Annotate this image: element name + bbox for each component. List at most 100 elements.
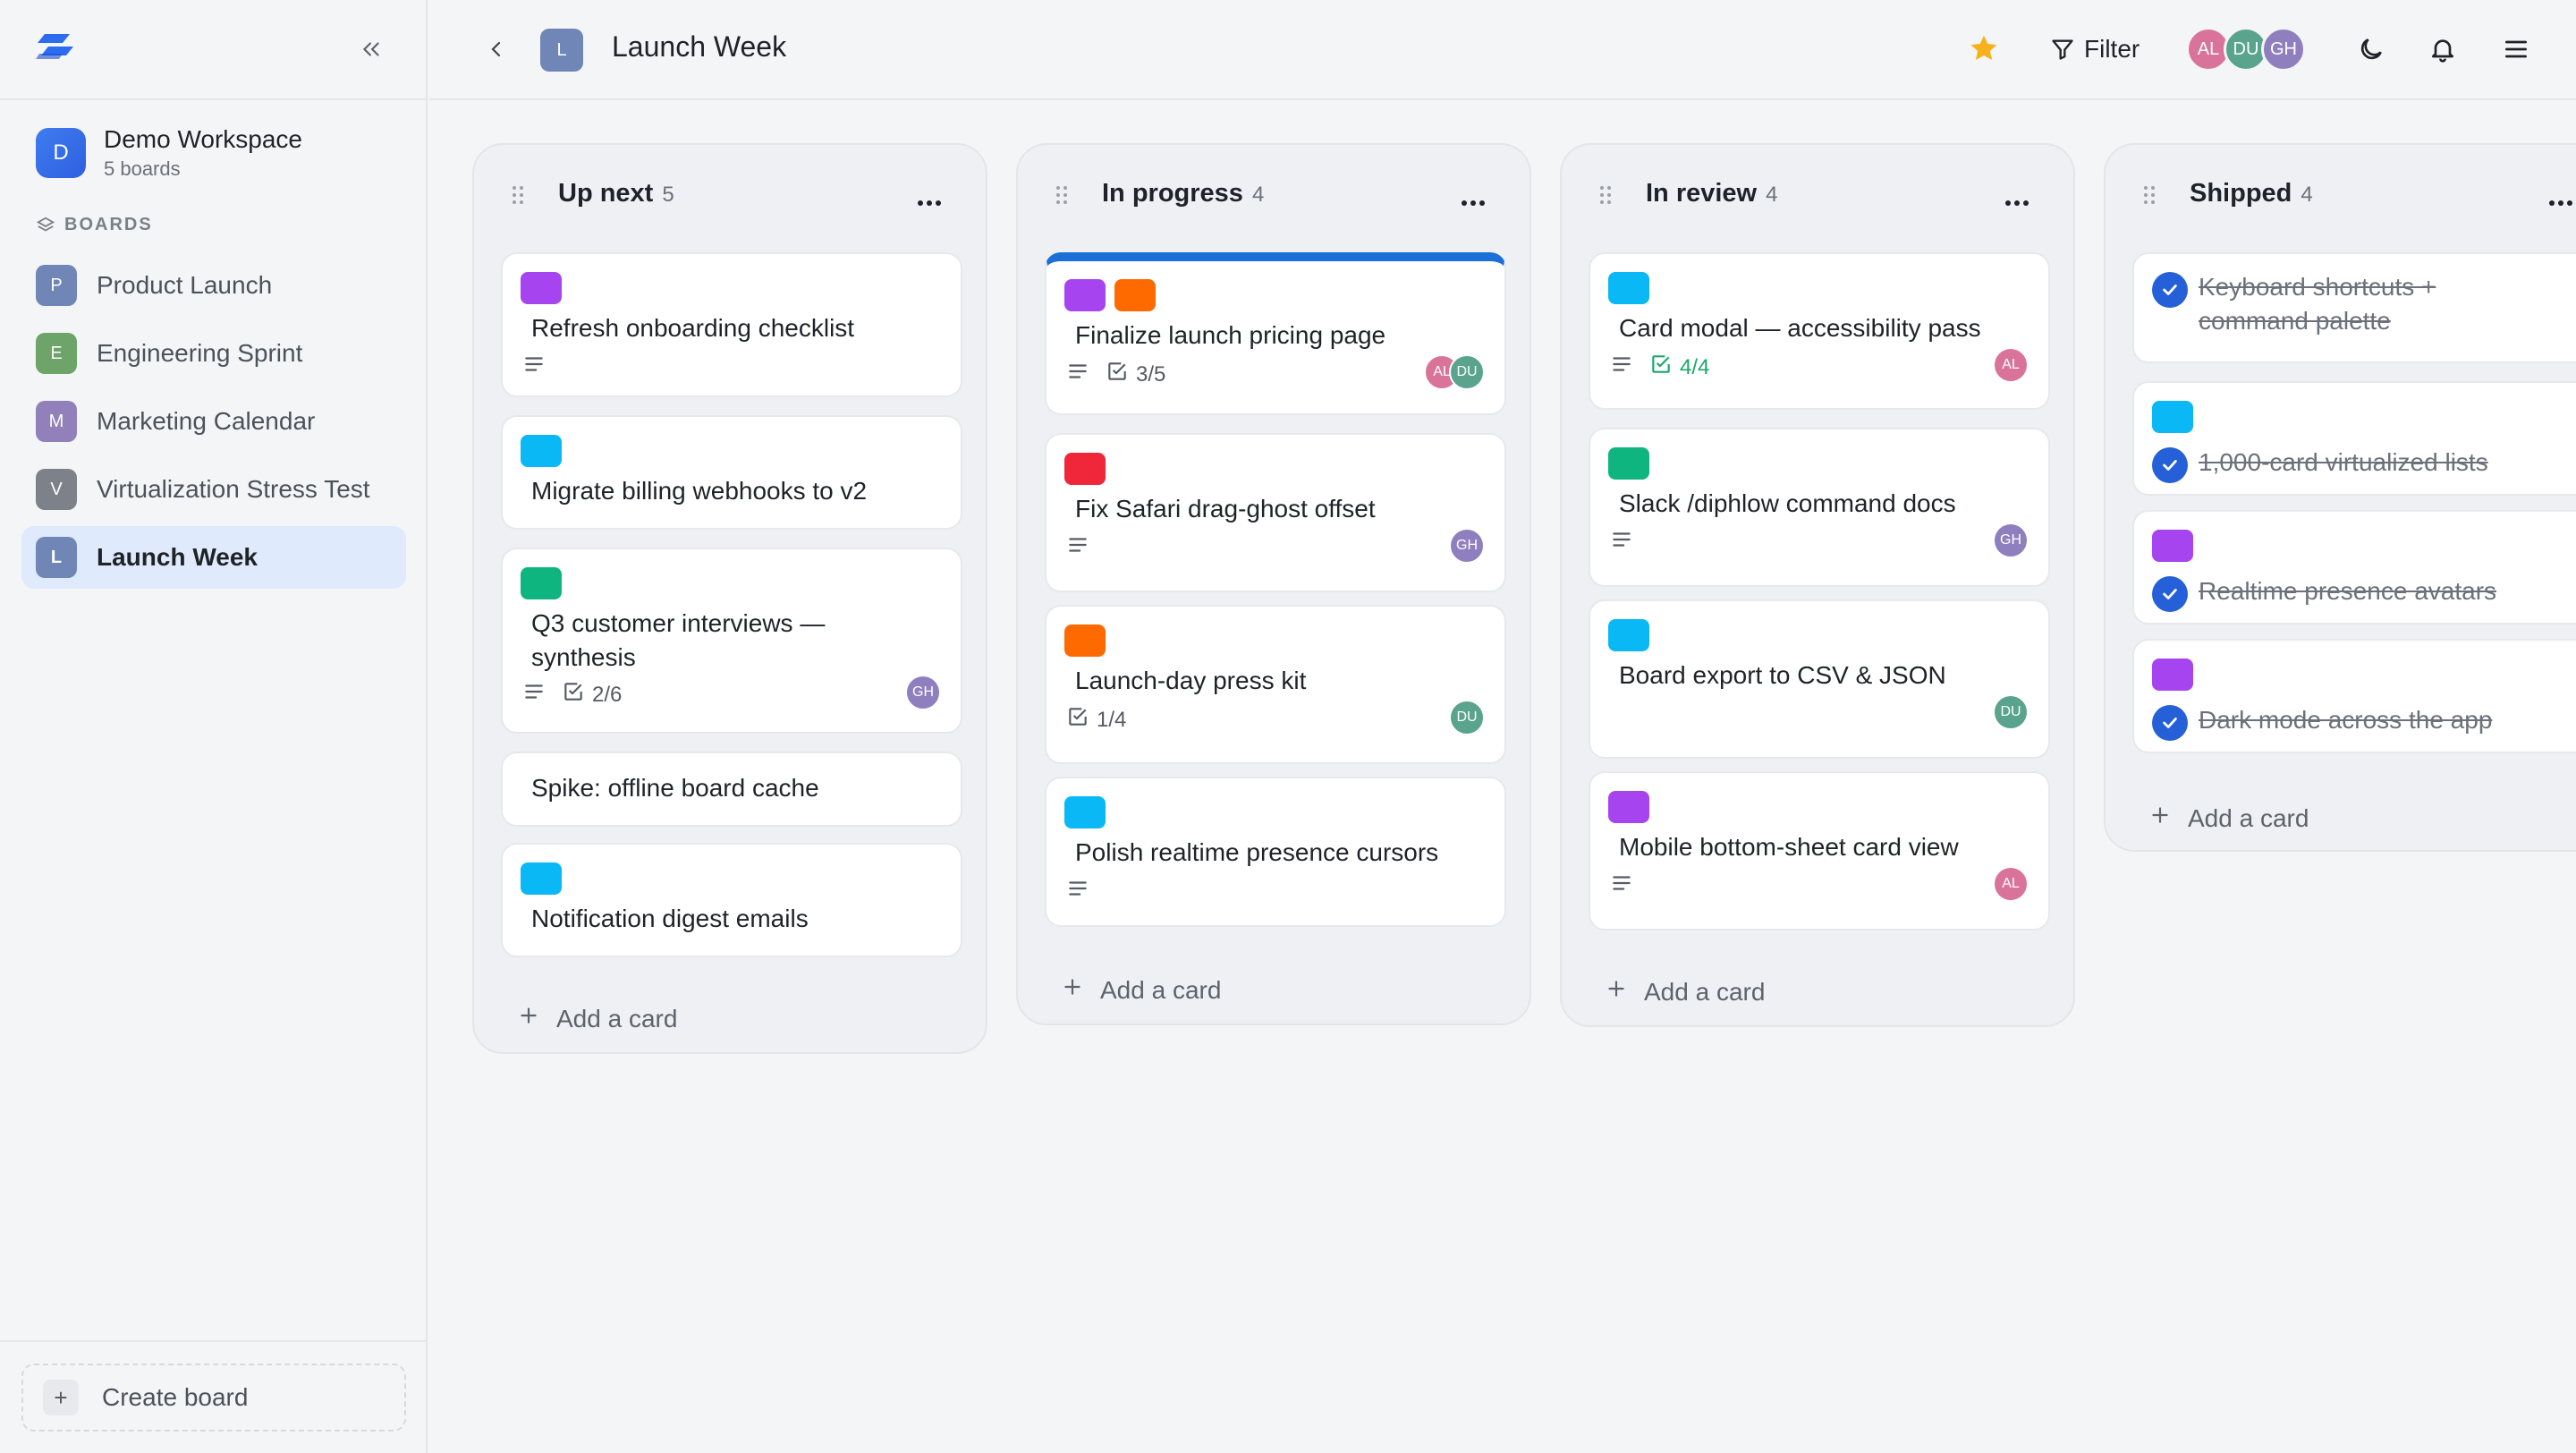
workspace-name: Demo Workspace [104,125,303,153]
completed-check-icon[interactable] [2152,705,2188,741]
card-title-line: Polish realtime presence cursors [1075,838,1439,866]
workspace-switcher[interactable]: D Demo Workspace 5 boards [36,125,302,181]
checklist-icon [1106,360,1129,389]
description-icon [1610,871,1633,901]
card[interactable]: Polish realtime presence cursors [1045,777,1506,927]
add-card-button[interactable]: Add a card [1605,977,1765,1007]
card-assignees: AL DU [1424,354,1485,390]
card[interactable]: Card modal — accessibility pass 4/4 AL [1589,252,2050,410]
card[interactable]: Q3 customer interviews — synthesis 2/6 GH [501,548,962,734]
card-assignees: DU [1449,700,1485,735]
description-icon [1066,533,1089,563]
card-label-chip [1064,796,1106,828]
card[interactable]: Realtime presence avatars [2132,510,2576,625]
card-title: Q3 customer interviews — synthesis [531,607,825,675]
completed-check-icon[interactable] [2152,576,2188,612]
board-header: L Launch Week Filter AL DU GH [429,0,2576,100]
create-board-button[interactable]: + Create board [21,1364,406,1432]
assignee-avatar[interactable]: GH [905,675,941,710]
card[interactable]: Keyboard shortcuts + command palette [2132,252,2576,363]
assignee-avatar[interactable]: AL [1993,347,2029,383]
collapse-sidebar-icon[interactable] [356,34,386,64]
app-logo-icon[interactable] [36,30,75,66]
assignee-avatar[interactable]: DU [1993,694,2029,730]
card-label-chip [521,567,562,599]
checklist-progress: 1/4 [1066,705,1126,735]
add-card-label: Add a card [1644,977,1766,1006]
completed-check-icon[interactable] [2152,272,2188,308]
card[interactable]: Slack /diphlow command docs GH [1589,428,2050,587]
drag-handle-icon[interactable] [1599,184,1612,210]
filter-button[interactable]: Filter [2050,30,2140,68]
card-title-line: Notification digest emails [531,905,809,932]
assignee-avatar[interactable]: GH [1993,523,2029,558]
add-card-button[interactable]: Add a card [517,1004,677,1033]
sidebar-board-item[interactable]: V Virtualization Stress Test [21,458,406,521]
menu-icon[interactable] [2499,32,2533,66]
drag-handle-icon[interactable] [512,184,524,210]
drag-handle-icon[interactable] [2143,184,2156,210]
back-chevron-icon[interactable] [481,34,512,64]
sidebar-board-item[interactable]: E Engineering Sprint [21,322,406,385]
column-header: In progress 4 [1018,145,1530,231]
card[interactable]: Fix Safari drag-ghost offset GH [1045,433,1506,592]
add-card-button[interactable]: Add a card [1061,975,1221,1005]
description-icon [522,353,546,382]
column-title[interactable]: In progress 4 [1102,179,1264,208]
card-title-line: Realtime presence avatars [2199,577,2497,605]
sidebar-board-item[interactable]: L Launch Week [21,526,406,589]
sidebar: D Demo Workspace 5 boards BOARDS P Produc… [0,0,428,1453]
column-more-icon[interactable] [1460,184,1487,215]
workspace-board-count: 5 boards [104,157,181,180]
plus-icon: + [43,1380,79,1415]
card-title: Migrate billing webhooks to v2 [531,474,867,508]
card[interactable]: Dark mode across the app [2132,639,2576,753]
assignee-avatar[interactable]: DU [1449,700,1485,735]
assignee-avatar[interactable]: AL [1993,866,2029,902]
card[interactable]: Mobile bottom-sheet card view AL [1589,771,2050,930]
description-icon [1066,877,1089,906]
notifications-bell-icon[interactable] [2426,32,2460,66]
plus-icon [1605,977,1628,1007]
assignee-avatar[interactable]: GH [1449,528,1485,564]
card[interactable]: Spike: offline board cache [501,752,962,827]
drag-handle-icon[interactable] [1055,184,1068,210]
add-card-button[interactable]: Add a card [2148,803,2309,833]
card-title-line: Card modal — accessibility pass [1619,314,1981,342]
card[interactable]: Refresh onboarding checklist [501,252,962,397]
board-badge: L [36,537,77,578]
favorite-star-icon[interactable] [1968,32,2000,64]
card[interactable]: Notification digest emails [501,843,962,957]
sidebar-board-item[interactable]: M Marketing Calendar [21,390,406,453]
card[interactable]: Migrate billing webhooks to v2 [501,415,962,530]
card-meta: 2/6 [522,680,622,710]
card[interactable]: Finalize launch pricing page 3/5 AL DU [1045,252,1506,415]
card[interactable]: Launch-day press kit 1/4 DU [1045,605,1506,764]
column-more-icon[interactable] [2547,184,2574,215]
board-list: P Product Launch E Engineering Sprint M Marke… [21,254,406,594]
description-icon [1610,353,1633,382]
completed-check-icon[interactable] [2152,447,2188,483]
board-column: In review 4 Card modal — accessibility pas… [1560,143,2075,1027]
card-labels [1064,625,1106,657]
column-title[interactable]: Up next 5 [558,179,674,208]
column-title[interactable]: Shipped 4 [2190,179,2313,208]
card[interactable]: 1,000-card virtualized lists [2132,381,2576,496]
column-card-count: 4 [2301,183,2313,207]
board-title[interactable]: Launch Week [612,30,786,64]
card-labels [2152,401,2193,433]
sidebar-footer: + Create board [0,1340,428,1453]
presence-avatars[interactable]: AL DU GH [2186,27,2306,72]
description-icon [1066,360,1089,389]
plus-icon [1061,975,1084,1005]
column-more-icon[interactable] [916,184,943,215]
dark-mode-toggle-icon[interactable] [2354,32,2388,66]
card[interactable]: Board export to CSV & JSON DU [1589,599,2050,759]
assignee-avatar[interactable]: DU [1449,354,1485,390]
column-title[interactable]: In review 4 [1646,179,1777,208]
card-label-chip [521,272,562,304]
column-more-icon[interactable] [2004,184,2030,215]
card-title: Finalize launch pricing page [1075,319,1385,353]
presence-avatar[interactable]: GH [2261,27,2306,72]
sidebar-board-item[interactable]: P Product Launch [21,254,406,317]
